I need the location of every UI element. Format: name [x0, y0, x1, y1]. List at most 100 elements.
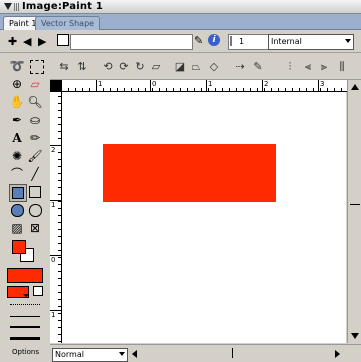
ruler-minor-tick — [58, 320, 61, 321]
smooth-icon[interactable]: ◇ — [206, 59, 222, 75]
ruler-minor-tick — [271, 88, 272, 91]
next-cast-member-icon[interactable]: ▶ — [38, 36, 46, 47]
hand-tool-icon[interactable]: ✋ — [9, 94, 25, 110]
add-cast-member-icon[interactable]: ✚ — [8, 36, 17, 47]
scroll-up-icon[interactable] — [351, 84, 359, 90]
window-titlebar: Image:Paint 1 — [0, 0, 361, 14]
warp-icon[interactable]: ◪ — [172, 59, 188, 75]
rectangle-tool-icon[interactable] — [27, 184, 43, 200]
ruler-minor-tick — [152, 88, 153, 91]
ruler-minor-tick — [145, 88, 146, 91]
registration-point-icon[interactable]: ⊕ — [9, 76, 25, 92]
flip-vertical-icon[interactable]: ⇅ — [74, 59, 90, 75]
skew-icon[interactable]: ▱ — [148, 59, 164, 75]
ruler-minor-tick — [285, 88, 286, 91]
switch-colors-icon[interactable]: ⫼ — [334, 59, 350, 75]
ruler-minor-tick — [58, 243, 61, 244]
perspective-icon[interactable]: ⏢ — [188, 59, 204, 75]
free-rotate-icon[interactable]: ↻ — [132, 59, 148, 75]
air-brush-tool-icon[interactable]: ✺ — [9, 148, 25, 164]
render-mode-select[interactable]: Internal — [268, 34, 354, 50]
ruler-minor-tick — [257, 88, 258, 91]
frame-number-value: 1 — [239, 37, 245, 46]
status-bar: Normal — [50, 344, 361, 362]
ruler-minor-tick — [58, 103, 61, 104]
options-label[interactable]: Options — [12, 348, 39, 356]
effects-toolbar: ⇆ ⇅ ⟲ ⟳ ↻ ▱ ◪ ⏢ ◇ ⇢ ✎ ⫶ ⫷ ⫸ ⫼ — [50, 54, 361, 80]
ruler-minor-tick — [320, 88, 321, 91]
foreground-color-chip-top[interactable] — [12, 240, 26, 254]
cast-member-thumbnail-icon[interactable] — [57, 34, 69, 46]
registration-icon[interactable]: ✎ — [194, 34, 203, 47]
ruler-corner[interactable] — [50, 80, 62, 91]
filled-ellipse-tool-icon[interactable] — [9, 202, 25, 218]
pencil-tool-icon[interactable]: ✏ — [27, 130, 43, 146]
scroll-down-icon[interactable] — [351, 333, 359, 339]
scroll-right-icon[interactable] — [335, 350, 340, 358]
paint-canvas[interactable] — [62, 92, 346, 343]
ink-mode-select[interactable]: Normal — [52, 348, 128, 362]
ruler-minor-tick — [58, 166, 61, 167]
lasso-tool-icon[interactable]: ➰ — [9, 58, 25, 74]
ruler-minor-tick — [58, 250, 61, 251]
ruler-minor-tick — [187, 88, 188, 91]
trace-edges-icon[interactable]: ⇢ — [232, 59, 248, 75]
pattern-fill-chip[interactable] — [7, 268, 43, 283]
paint-bucket-tool-icon[interactable]: ⛀ — [27, 112, 43, 128]
ruler-minor-tick — [58, 131, 61, 132]
invert-colors-icon[interactable]: ✎ — [250, 59, 266, 75]
info-icon[interactable]: i — [208, 34, 220, 46]
ruler-top-label: 3 — [320, 80, 325, 88]
gradient-end-color-chip[interactable] — [33, 286, 43, 296]
ruler-minor-tick — [334, 88, 335, 91]
eyedropper-tool-icon[interactable]: ✒ — [9, 112, 25, 128]
arc-tool-icon[interactable]: ⌒ — [9, 166, 25, 182]
ruler-minor-tick — [166, 88, 167, 91]
eraser-tool-icon[interactable]: ▱ — [27, 76, 43, 92]
ruler-minor-tick — [58, 180, 61, 181]
filled-rectangle-tool-icon[interactable] — [9, 184, 27, 202]
scroll-left-icon[interactable] — [132, 350, 137, 358]
cast-member-name-input[interactable] — [70, 34, 193, 50]
line-width-1px[interactable] — [10, 316, 40, 317]
frame-number-field[interactable]: 1 — [228, 34, 269, 50]
ruler-minor-tick — [58, 159, 61, 160]
rect-glyph — [29, 186, 41, 198]
line-tool-icon[interactable]: ╱ — [27, 166, 43, 182]
polygon-tool-icon[interactable]: ⊠ — [27, 220, 43, 236]
ruler-minor-tick — [58, 306, 61, 307]
line-width-none[interactable] — [10, 304, 40, 305]
ruler-minor-tick — [236, 88, 237, 91]
fill-icon[interactable]: ⫸ — [316, 59, 332, 75]
marquee-tool-icon[interactable] — [30, 60, 44, 74]
text-tool-icon[interactable]: A — [9, 130, 25, 146]
bitmap-shape-rectangle[interactable] — [103, 144, 276, 202]
flip-horizontal-icon[interactable]: ⇆ — [56, 59, 72, 75]
ellipse-tool-icon[interactable] — [27, 202, 43, 218]
horizontal-scroll-thumb[interactable] — [232, 348, 233, 358]
lighten-icon[interactable]: ⫶ — [282, 59, 298, 75]
darken-icon[interactable]: ⫷ — [300, 59, 316, 75]
line-width-3px[interactable] — [10, 337, 40, 340]
scroll-thumb[interactable] — [350, 204, 360, 205]
ruler-minor-tick — [58, 145, 61, 146]
ruler-minor-tick — [82, 88, 83, 91]
chevron-down-icon — [119, 352, 125, 356]
rotate-right-icon[interactable]: ⟳ — [116, 59, 132, 75]
vertical-scrollbar[interactable] — [347, 80, 361, 343]
ruler-left-label: 0 — [51, 256, 56, 264]
filled-polygon-tool-icon[interactable]: ▨ — [9, 220, 25, 236]
tab-vector-shape[interactable]: Vector Shape — [35, 16, 101, 30]
brush-tool-icon[interactable]: 🖌︎ — [27, 148, 43, 164]
vertical-ruler: 2 1 0 1 — [50, 92, 62, 343]
collapse-triangle-icon[interactable] — [4, 3, 12, 10]
ruler-minor-tick — [173, 88, 174, 91]
main-toolbar: ✚ ◀ ▶ ✎ i 1 Internal — [0, 31, 361, 53]
line-width-2px[interactable] — [10, 326, 40, 328]
magnifier-tool-icon[interactable]: 🔍︎ — [27, 94, 43, 110]
render-mode-value: Internal — [271, 37, 302, 46]
rotate-left-icon[interactable]: ⟲ — [100, 59, 116, 75]
gradient-fill-chip[interactable] — [7, 286, 29, 298]
previous-cast-member-icon[interactable]: ◀ — [23, 36, 31, 47]
drag-grip-icon[interactable] — [14, 3, 20, 11]
